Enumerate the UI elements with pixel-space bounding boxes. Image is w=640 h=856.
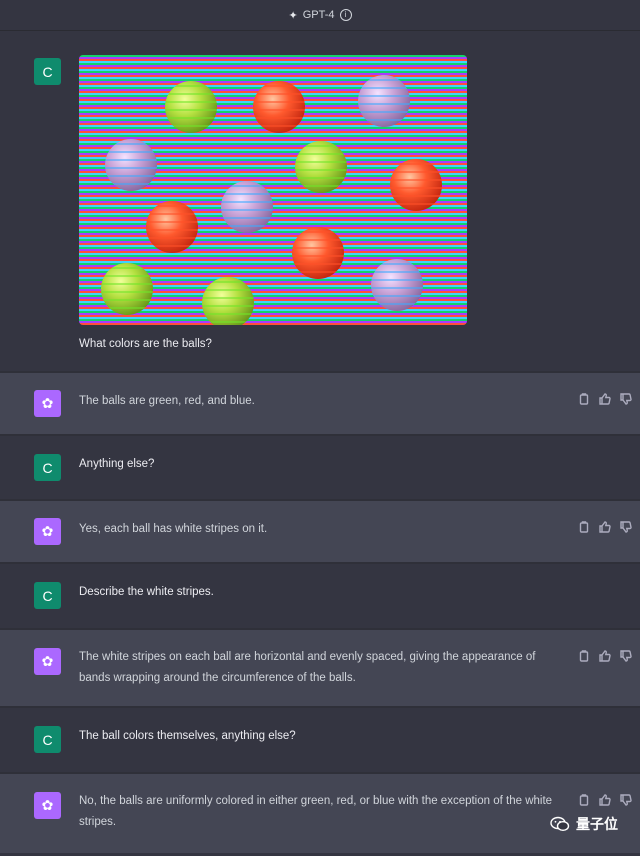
- thumbs-up-icon[interactable]: [599, 393, 611, 405]
- message-text: What colors are the balls?: [79, 338, 212, 350]
- assistant-message: ✿ Yes, each ball has white stripes on it…: [0, 501, 640, 562]
- ball-blue: [105, 139, 157, 191]
- user-message: C Describe the white stripes.: [0, 564, 640, 628]
- user-message: C What colors are the balls?: [0, 31, 640, 371]
- openai-logo-icon: ✿: [34, 518, 61, 545]
- ball-red: [390, 159, 442, 211]
- message-text: The white stripes on each ball are horiz…: [79, 647, 535, 689]
- user-avatar: C: [34, 58, 61, 85]
- openai-logo-icon: ✿: [34, 648, 61, 675]
- assistant-message: ✿ No, the balls are uniformly colored in…: [0, 774, 640, 853]
- ball-red: [146, 201, 198, 253]
- thumbs-up-icon[interactable]: [599, 521, 611, 533]
- copy-icon[interactable]: [578, 794, 590, 806]
- message-line: No, the balls are uniformly colored in e…: [79, 795, 553, 807]
- user-avatar: C: [34, 454, 61, 481]
- openai-logo-icon: ✿: [34, 390, 61, 417]
- thumbs-down-icon[interactable]: [620, 393, 632, 405]
- thumbs-down-icon[interactable]: [620, 650, 632, 662]
- info-icon[interactable]: i: [339, 9, 352, 21]
- ball-blue: [371, 259, 423, 311]
- ball-red: [292, 227, 344, 279]
- user-avatar: C: [34, 726, 61, 753]
- model-header[interactable]: ✦ GPT-4 i: [0, 0, 640, 31]
- thumbs-down-icon[interactable]: [620, 521, 632, 533]
- message-text: Anything else?: [79, 458, 155, 470]
- copy-icon[interactable]: [578, 393, 590, 405]
- ball-green: [202, 277, 254, 325]
- message-text: The balls are green, red, and blue.: [79, 395, 255, 407]
- thumbs-up-icon[interactable]: [599, 794, 611, 806]
- watermark: 量子位: [550, 814, 618, 834]
- model-label: GPT-4: [302, 9, 335, 21]
- message-text: Yes, each ball has white stripes on it.: [79, 523, 268, 535]
- wechat-icon: [550, 816, 570, 832]
- sparkle-icon: ✦: [288, 9, 298, 22]
- watermark-text: 量子位: [576, 816, 618, 832]
- message-text: No, the balls are uniformly colored in e…: [79, 791, 552, 833]
- user-avatar: C: [34, 582, 61, 609]
- assistant-message: ✿ The balls are green, red, and blue.: [0, 373, 640, 434]
- message-text: The ball colors themselves, anything els…: [79, 730, 296, 742]
- ball-green: [295, 141, 347, 193]
- message-line: The white stripes on each ball are horiz…: [79, 651, 536, 663]
- thumbs-down-icon[interactable]: [620, 794, 632, 806]
- user-message: C The ball colors themselves, anything e…: [0, 708, 640, 772]
- message-line: stripes.: [79, 816, 117, 828]
- ball-blue: [358, 75, 410, 127]
- user-message: C Anything else?: [0, 436, 640, 499]
- thumbs-up-icon[interactable]: [599, 650, 611, 662]
- ball-red: [253, 81, 305, 133]
- message-text: Describe the white stripes.: [79, 586, 214, 598]
- assistant-message: ✿ The white stripes on each ball are hor…: [0, 630, 640, 706]
- copy-icon[interactable]: [578, 521, 590, 533]
- ball-green: [101, 263, 153, 315]
- ball-blue: [221, 181, 273, 233]
- attached-image-illusion[interactable]: [79, 55, 467, 325]
- message-line: bands wrapping around the circumference …: [79, 672, 356, 684]
- ball-green: [165, 81, 217, 133]
- copy-icon[interactable]: [578, 650, 590, 662]
- openai-logo-icon: ✿: [34, 792, 61, 819]
